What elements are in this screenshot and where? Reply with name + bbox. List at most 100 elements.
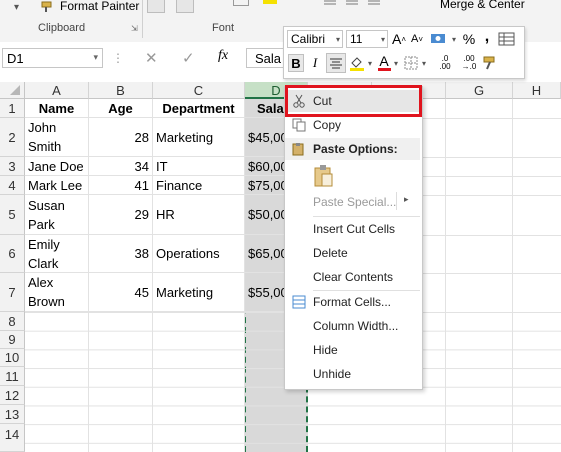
menu-item-hide[interactable]: Hide bbox=[285, 339, 420, 361]
clipboard-paste-icon bbox=[314, 165, 333, 187]
comma-style-button[interactable]: , bbox=[481, 28, 493, 46]
enter-icon[interactable]: ✓ bbox=[182, 49, 195, 67]
decrease-decimal-button[interactable]: .00 →.0 bbox=[458, 53, 480, 73]
column-header-g[interactable]: G bbox=[446, 82, 513, 99]
paste-option-button[interactable] bbox=[312, 163, 336, 189]
menu-label: Unhide bbox=[313, 367, 352, 381]
chevron-down-icon[interactable]: ▾ bbox=[366, 54, 374, 72]
insert-function-button[interactable]: fx bbox=[218, 48, 228, 64]
format-painter-icon bbox=[483, 56, 495, 70]
fill-color-icon[interactable] bbox=[263, 0, 277, 4]
cell-b3[interactable]: 34 bbox=[89, 157, 153, 176]
cell-a3[interactable]: Jane Doe bbox=[25, 157, 89, 176]
format-painter-button[interactable]: Format Painter bbox=[60, 0, 139, 13]
more-options-icon[interactable]: ⋮ bbox=[112, 51, 124, 65]
menu-item-copy[interactable]: Copy bbox=[285, 114, 420, 136]
row-header-11[interactable]: 11 bbox=[0, 367, 25, 386]
formula-input[interactable]: Sala bbox=[246, 48, 286, 68]
row-header-10[interactable]: 10 bbox=[0, 349, 25, 367]
column-header-a[interactable]: A bbox=[25, 82, 89, 99]
column-header-h[interactable]: H bbox=[513, 82, 561, 99]
column-header-b[interactable]: B bbox=[89, 82, 153, 99]
chevron-down-icon[interactable]: ▾ bbox=[450, 30, 458, 48]
increase-decimal-button[interactable]: .0 .00 bbox=[434, 53, 456, 73]
format-painter-icon[interactable] bbox=[40, 0, 60, 13]
chevron-down-icon[interactable]: ▾ bbox=[392, 54, 400, 72]
row-header-3[interactable]: 3 bbox=[0, 157, 25, 176]
dialog-launcher-icon[interactable]: ⇲ bbox=[131, 24, 138, 33]
cell-a5[interactable]: Susan Park bbox=[25, 195, 89, 235]
cell-a2[interactable]: John Smith bbox=[25, 118, 89, 157]
row-header-7[interactable]: 7 bbox=[0, 273, 25, 312]
select-all-corner[interactable] bbox=[0, 82, 25, 99]
accounting-format-button[interactable] bbox=[429, 30, 451, 48]
format-painter-mini-button[interactable] bbox=[481, 54, 499, 72]
menu-item-clear-contents[interactable]: Clear Contents bbox=[285, 266, 420, 288]
shrink-font-button[interactable]: A ˅ bbox=[409, 30, 425, 48]
formula-value: Sala bbox=[255, 51, 282, 66]
submenu-divider bbox=[396, 192, 397, 210]
cell-b6[interactable]: 38 bbox=[89, 235, 153, 273]
row-header-8[interactable]: 8 bbox=[0, 312, 25, 331]
menu-item-insert-cut-cells[interactable]: Insert Cut Cells bbox=[285, 218, 420, 240]
fill-color-button[interactable] bbox=[348, 54, 366, 72]
chevron-down-icon[interactable]: ▾ bbox=[420, 54, 428, 72]
cell-a7[interactable]: Alex Brown bbox=[25, 273, 89, 312]
copy-icon bbox=[291, 117, 307, 133]
percent-style-button[interactable]: % bbox=[460, 30, 478, 48]
menu-label: Column Width... bbox=[313, 319, 399, 333]
name-box-dropdown-icon[interactable]: ▾ bbox=[93, 52, 98, 63]
menu-item-unhide[interactable]: Unhide bbox=[285, 363, 420, 385]
dropdown-arrow-icon[interactable]: ▾ bbox=[14, 2, 19, 13]
row-header-14[interactable]: 14 bbox=[0, 424, 25, 452]
name-box[interactable]: D1 ▾ bbox=[2, 48, 103, 68]
row-header-5[interactable]: 5 bbox=[0, 195, 25, 235]
row-header-9[interactable]: 9 bbox=[0, 331, 25, 349]
cell-b2[interactable]: 28 bbox=[89, 118, 153, 157]
cell-c4[interactable]: Finance bbox=[153, 176, 245, 195]
font-name-select[interactable]: Calibri ▾ bbox=[287, 30, 343, 48]
align-buttons[interactable] bbox=[322, 0, 382, 8]
center-align-button[interactable] bbox=[326, 53, 346, 73]
font-color-letter: A bbox=[379, 52, 389, 69]
font-color-button[interactable]: A bbox=[376, 52, 392, 72]
cancel-icon[interactable]: ✕ bbox=[145, 49, 158, 67]
row-header-13[interactable]: 13 bbox=[0, 405, 25, 424]
column-header-c[interactable]: C bbox=[153, 82, 245, 99]
cell-c5[interactable]: HR bbox=[153, 195, 245, 235]
merge-center-button[interactable]: Merge & Center bbox=[440, 0, 525, 11]
row-header-4[interactable]: 4 bbox=[0, 176, 25, 195]
row-header-6[interactable]: 6 bbox=[0, 235, 25, 273]
menu-item-delete[interactable]: Delete bbox=[285, 242, 420, 264]
cell-c3[interactable]: IT bbox=[153, 157, 245, 176]
gridline bbox=[421, 157, 561, 158]
grow-font-button[interactable]: A ˄ bbox=[391, 30, 407, 48]
cell-a6[interactable]: Emily Clark bbox=[25, 235, 89, 273]
row-header-1[interactable]: 1 bbox=[0, 99, 25, 118]
menu-item-paste-special[interactable]: Paste Special... ▸ bbox=[285, 191, 420, 213]
cell-b4[interactable]: 41 bbox=[89, 176, 153, 195]
cell-b1[interactable]: Age bbox=[89, 99, 153, 118]
row-header-12[interactable]: 12 bbox=[0, 386, 25, 405]
cell-b5[interactable]: 29 bbox=[89, 195, 153, 235]
cell-a1[interactable]: Name bbox=[25, 99, 89, 118]
cell-c7[interactable]: Marketing bbox=[153, 273, 245, 312]
font-size-select[interactable]: 11 ▾ bbox=[346, 30, 388, 48]
borders-button[interactable] bbox=[402, 54, 420, 72]
format-table-button[interactable] bbox=[497, 30, 517, 48]
italic-button-partial[interactable] bbox=[176, 0, 194, 13]
bold-button[interactable]: B bbox=[288, 54, 304, 72]
italic-button[interactable]: I bbox=[307, 54, 323, 72]
cell-c2[interactable]: Marketing bbox=[153, 118, 245, 157]
menu-item-column-width[interactable]: Column Width... bbox=[285, 315, 420, 337]
cell-b7[interactable]: 45 bbox=[89, 273, 153, 312]
cell-a4[interactable]: Mark Lee bbox=[25, 176, 89, 195]
format-cells-icon bbox=[291, 294, 307, 310]
row-header-2[interactable]: 2 bbox=[0, 118, 25, 157]
bold-button-partial[interactable] bbox=[147, 0, 165, 13]
cell-c6[interactable]: Operations bbox=[153, 235, 245, 273]
context-menu: Cut Copy Paste Options: Paste Special...… bbox=[284, 86, 423, 390]
cell-c1[interactable]: Department bbox=[153, 99, 245, 118]
menu-item-format-cells[interactable]: Format Cells... bbox=[285, 291, 420, 313]
borders-icon[interactable] bbox=[233, 0, 249, 6]
